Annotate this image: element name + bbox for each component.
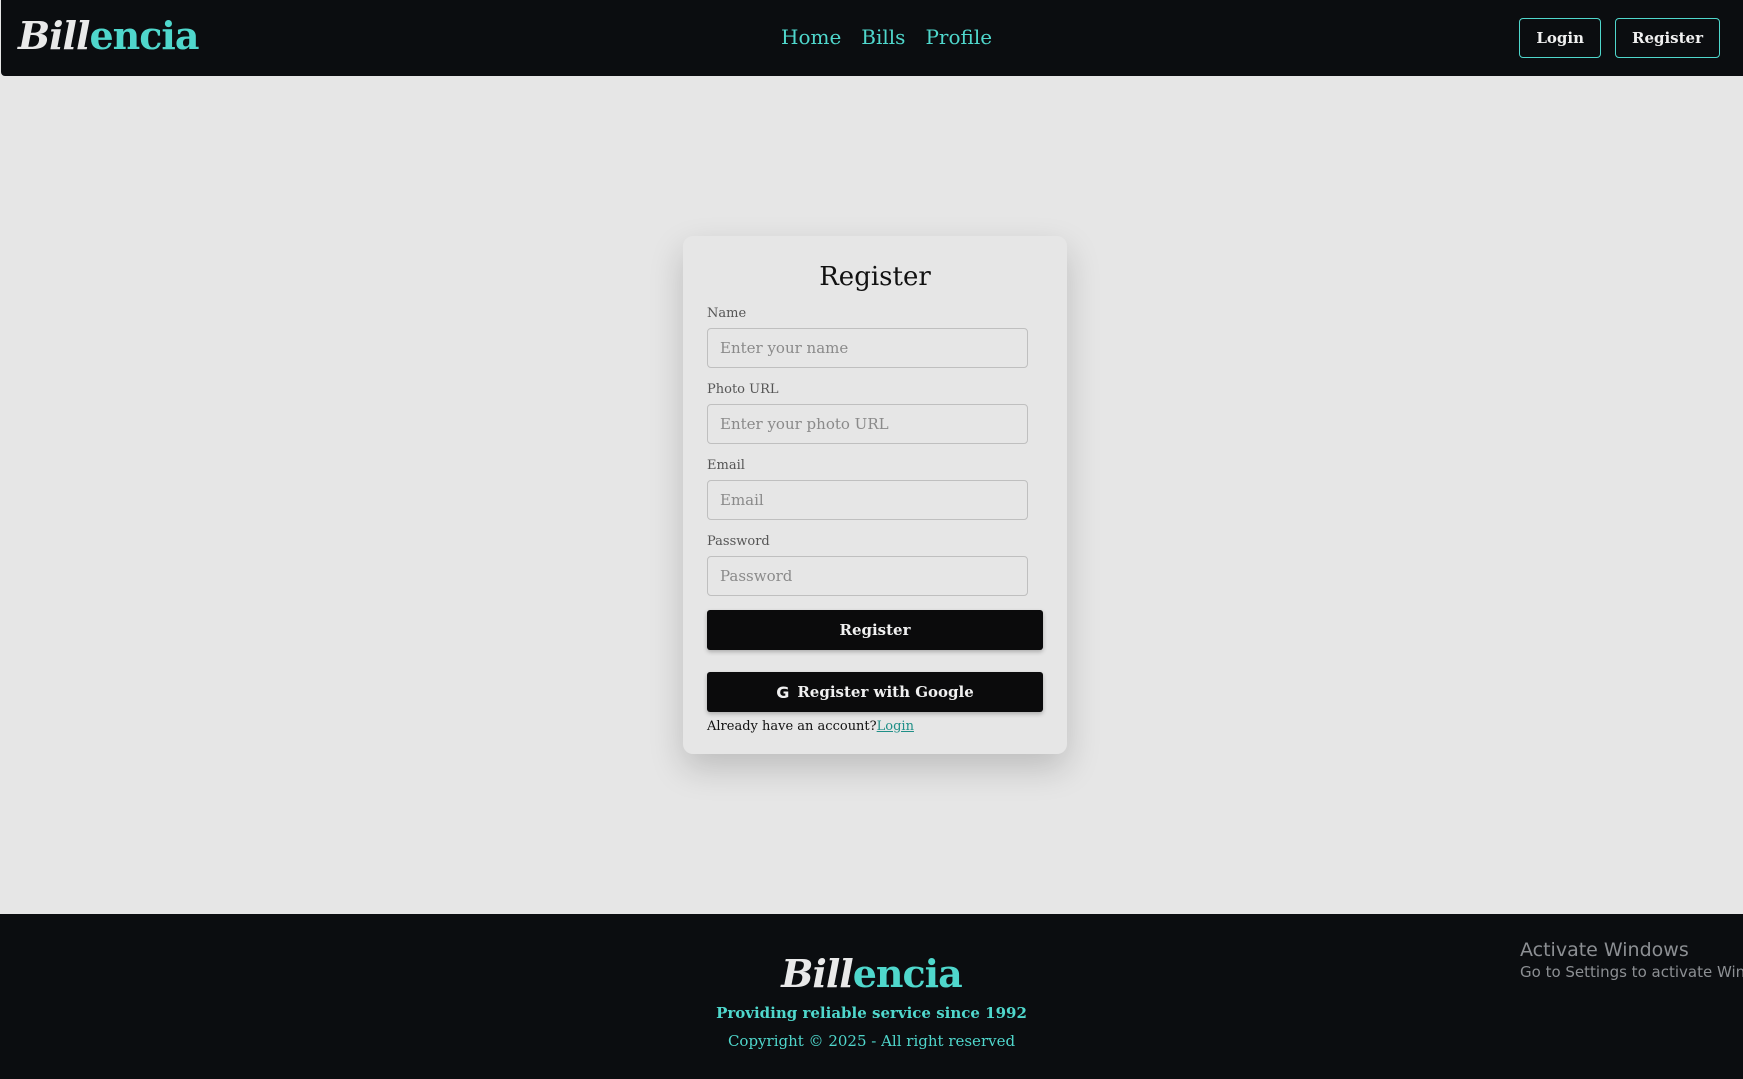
footer-tagline: Providing reliable service since 1992 <box>716 1004 1027 1022</box>
name-field-group: Name <box>707 306 1043 368</box>
nav-link-home[interactable]: Home <box>781 24 841 50</box>
name-input[interactable] <box>707 328 1028 368</box>
footer-brand-logo: Billencia <box>0 950 1743 998</box>
footer-brand-part2: encia <box>852 951 963 996</box>
login-link[interactable]: Login <box>877 719 914 734</box>
navbar: Billencia Home Bills Profile Login Regis… <box>1 0 1743 76</box>
google-icon: G <box>776 682 790 702</box>
watermark-subtitle: Go to Settings to activate Windows. <box>1520 963 1743 981</box>
register-button[interactable]: Register <box>1614 18 1720 58</box>
name-label: Name <box>707 306 747 321</box>
password-label: Password <box>707 534 770 549</box>
password-input[interactable] <box>707 556 1028 596</box>
brand-part2: encia <box>89 13 199 58</box>
login-button[interactable]: Login <box>1519 18 1601 58</box>
brand-logo[interactable]: Billencia <box>18 12 199 60</box>
watermark-title: Activate Windows <box>1520 939 1689 961</box>
login-prompt: Already have an account?Login <box>707 718 1043 736</box>
brand-part1: Bill <box>18 13 90 58</box>
nav-link-profile[interactable]: Profile <box>925 24 992 50</box>
google-button-label: Register with Google <box>797 683 974 701</box>
nav-buttons: Login Register <box>1519 18 1720 58</box>
page-title: Register <box>819 262 931 292</box>
photo-url-field-group: Photo URL <box>707 382 1043 444</box>
photo-url-label: Photo URL <box>707 382 779 397</box>
register-with-google-button[interactable]: G Register with Google <box>707 672 1043 712</box>
nav-link-bills[interactable]: Bills <box>861 24 905 50</box>
register-submit-button[interactable]: Register <box>707 610 1043 650</box>
password-field-group: Password <box>707 534 1043 596</box>
footer-copyright: Copyright © 2025 - All right reserved <box>727 1032 1016 1050</box>
register-card: Register Name Photo URL Email Password R… <box>683 236 1067 754</box>
footer-brand-part1: Bill <box>781 951 853 996</box>
footer: Billencia Providing reliable service sin… <box>0 914 1743 1079</box>
login-prompt-text: Already have an account? <box>707 719 877 734</box>
email-field-group: Email <box>707 458 1043 520</box>
nav-links: Home Bills Profile <box>781 24 992 50</box>
photo-url-input[interactable] <box>707 404 1028 444</box>
email-label: Email <box>707 458 745 473</box>
email-input[interactable] <box>707 480 1028 520</box>
activate-windows-watermark: Activate Windows Go to Settings to activ… <box>1520 938 1743 982</box>
